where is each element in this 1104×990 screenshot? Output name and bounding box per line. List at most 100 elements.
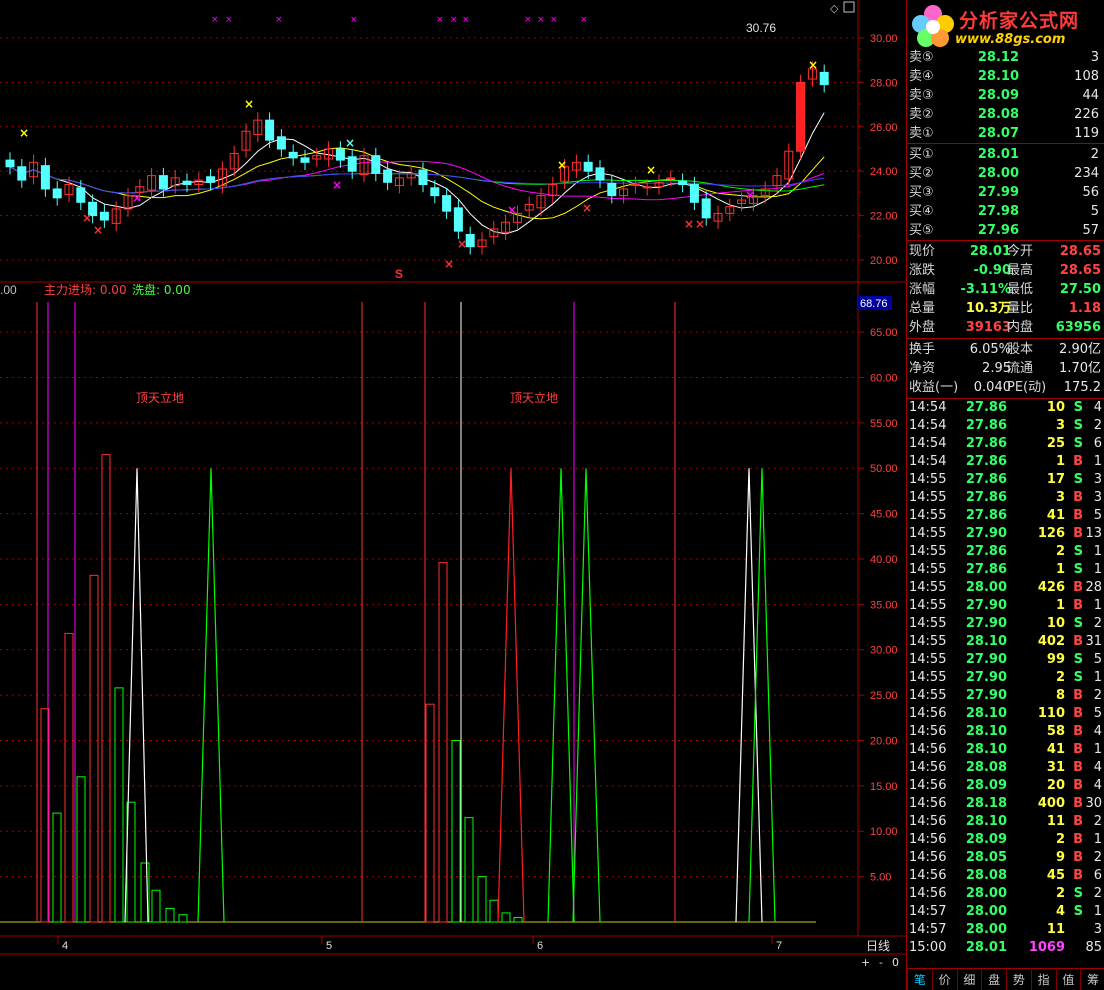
period-button[interactable]: 日线	[866, 939, 890, 953]
tick-volume: 1	[1055, 562, 1065, 577]
candle-body	[276, 136, 286, 150]
tick-side: B	[1073, 490, 1083, 505]
trade-tick-row: 14:56 28.09 20 B 4	[907, 777, 1104, 795]
indicator-bar	[165, 907, 175, 923]
candle-body	[17, 166, 27, 181]
tick-volume: 20	[1046, 778, 1065, 793]
x-tick-label: 6	[537, 940, 543, 952]
tab-0[interactable]: 笔	[907, 970, 932, 990]
tab-4[interactable]: 势	[1006, 970, 1031, 990]
y-tick-label: 24.00	[870, 166, 898, 178]
candle-body	[206, 176, 216, 183]
tick-price: 28.08	[965, 868, 1007, 883]
diamond-icon[interactable]: ◇	[830, 2, 839, 15]
buy-order-row: 买④ 27.98 5	[907, 202, 1104, 221]
zoom-in-button[interactable]: +	[861, 956, 870, 969]
tick-volume: 2	[1055, 886, 1065, 901]
cross-marker: ×	[646, 163, 656, 177]
order-volume: 108	[1074, 69, 1099, 84]
y-tick-label: 20.00	[870, 255, 898, 267]
tick-side: B	[1073, 598, 1083, 613]
tick-volume: 400	[1037, 796, 1065, 811]
cross-marker: ×	[444, 257, 454, 271]
tab-6[interactable]: 值	[1055, 970, 1081, 990]
cross-marker: ×	[557, 158, 567, 172]
buy-order-row: 买② 28.00 234	[907, 164, 1104, 183]
tick-volume: 41	[1046, 508, 1065, 523]
order-volume: 234	[1074, 166, 1099, 181]
quote-label: 量比	[1007, 301, 1034, 316]
cross-marker: ×	[332, 178, 342, 192]
tick-count: 2	[1093, 418, 1102, 433]
trade-tick-row: 14:57 28.00 11 3	[907, 921, 1104, 939]
trade-tick-row: 14:56 28.10 110 B 5	[907, 705, 1104, 723]
order-price: 28.08	[977, 107, 1019, 122]
tab-7[interactable]: 筹	[1080, 970, 1104, 990]
legend-wash: 洗盘: 0.00	[132, 282, 191, 297]
quote-value: 28.65	[1059, 263, 1101, 278]
buy-order-row: 买⑤ 27.96 57	[907, 221, 1104, 240]
tick-price: 28.05	[965, 850, 1007, 865]
zoom-out-button[interactable]: -	[879, 956, 883, 969]
tick-price: 28.10	[965, 706, 1007, 721]
tick-price: 28.00	[965, 886, 1007, 901]
buy-order-row: 买① 28.01 2	[907, 145, 1104, 164]
trade-tick-row: 14:54 27.86 25 S 6	[907, 435, 1104, 453]
fundamental-row: 净资 2.95 流通 1.70亿	[907, 359, 1104, 378]
top-cross-marker: ×	[211, 15, 219, 25]
tab-2[interactable]: 细	[956, 970, 982, 990]
trade-tick-row: 14:55 27.86 2 S 1	[907, 543, 1104, 561]
candle-body	[371, 155, 381, 174]
trade-tick-row: 14:56 28.08 31 B 4	[907, 759, 1104, 777]
tick-time: 14:57	[909, 904, 947, 919]
tick-price: 28.18	[965, 796, 1007, 811]
tick-time: 14:56	[909, 886, 947, 901]
current-value: 68.76	[860, 298, 888, 310]
order-volume: 119	[1074, 126, 1099, 141]
trade-tick-row: 14:56 28.05 9 B 2	[907, 849, 1104, 867]
quote-value: 10.3万	[965, 301, 1011, 316]
fund-value: 6.05%	[969, 342, 1011, 357]
kline-chart[interactable]: 30.0028.0026.0024.0022.0020.00 ×××××××××…	[0, 0, 906, 990]
trade-tick-row: 14:55 27.86 1 S 1	[907, 561, 1104, 579]
trade-tick-row: 14:55 27.90 126 B 13	[907, 525, 1104, 543]
y-tick-label: 22.00	[870, 211, 898, 223]
tick-count: 28	[1085, 580, 1102, 595]
tick-count: 1	[1093, 598, 1102, 613]
x-tick-label: 7	[776, 940, 782, 952]
tab-5[interactable]: 指	[1030, 970, 1056, 990]
cross-marker: ×	[244, 97, 254, 111]
indicator-bar	[501, 912, 511, 923]
candle-body	[335, 148, 345, 161]
trade-tick-row: 14:57 28.00 4 S 1	[907, 903, 1104, 921]
tab-1[interactable]: 价	[931, 970, 957, 990]
tick-price: 27.86	[965, 544, 1007, 559]
order-label: 卖①	[909, 126, 934, 141]
fundamental-row: 收益(一) 0.040 PE(动) 175.2	[907, 378, 1104, 397]
quote-row: 总量 10.3万 量比 1.18	[907, 299, 1104, 318]
trade-tick-row: 14:55 27.90 99 S 5	[907, 651, 1104, 669]
trade-tick-row: 14:55 27.90 2 S 1	[907, 669, 1104, 687]
candle-body	[347, 156, 357, 172]
tick-side: B	[1073, 526, 1083, 541]
tick-count: 1	[1093, 742, 1102, 757]
tick-time: 14:55	[909, 472, 947, 487]
trade-tick-row: 14:55 28.00 426 B 28	[907, 579, 1104, 597]
quote-label: 内盘	[1007, 320, 1034, 335]
cross-marker: ×	[582, 201, 592, 215]
order-label: 买⑤	[909, 223, 934, 238]
tick-time: 14:55	[909, 652, 947, 667]
candle-body	[418, 169, 428, 186]
sell-order-row: 卖① 28.07 119	[907, 124, 1104, 143]
tick-time: 14:55	[909, 688, 947, 703]
tick-count: 1	[1093, 832, 1102, 847]
candle-body	[796, 81, 806, 152]
trade-tick-row: 15:00 28.01 1069 85	[907, 939, 1104, 957]
tick-time: 14:56	[909, 724, 947, 739]
cross-marker: ×	[132, 191, 142, 205]
zoom-reset-button[interactable]: 0	[892, 956, 899, 969]
tab-3[interactable]: 盘	[981, 970, 1006, 990]
window-control-icon[interactable]	[843, 1, 855, 13]
order-price: 28.09	[977, 88, 1019, 103]
main-price-axis: 30.00 28.00 26.00 24.00 22.00 20.00	[858, 33, 898, 267]
